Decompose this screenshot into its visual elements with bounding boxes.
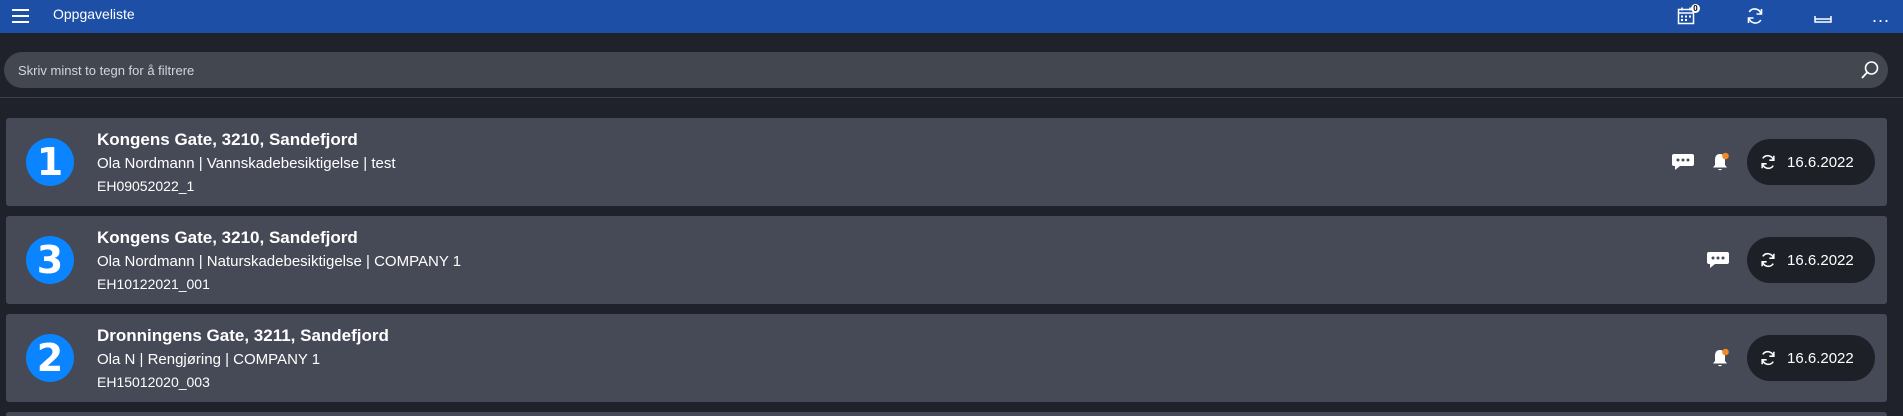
calendar-count-badge: 0 [1691, 4, 1700, 13]
filter-input[interactable] [4, 52, 1852, 88]
refresh-button[interactable] [1740, 3, 1770, 29]
task-id: EH09052022_1 [97, 178, 195, 194]
sync-date-button[interactable]: 16.6.2022 [1747, 335, 1875, 381]
divider [0, 97, 1903, 98]
more-button[interactable]: ... [1866, 3, 1896, 29]
refresh-icon [1747, 8, 1763, 24]
bell-icon [1713, 348, 1729, 367]
task-date: 16.6.2022 [1787, 251, 1854, 269]
comment-button[interactable] [1670, 150, 1696, 174]
task-details: Ola Nordmann | Naturskadebesiktigelse | … [97, 253, 462, 270]
task-card[interactable]: 1 Kongens Gate, 3210, Sandefjord Ola Nor… [6, 118, 1887, 206]
sync-date-button[interactable]: 16.6.2022 [1747, 139, 1875, 185]
task-address: Dronningens Gate, 3211, Sandefjord [97, 326, 389, 345]
task-card[interactable]: 3 Kongens Gate, 3210, Sandefjord Ola Nor… [6, 216, 1887, 304]
sync-icon [1761, 350, 1775, 366]
task-id: EH10122021_001 [97, 276, 210, 292]
tray-button[interactable] [1808, 3, 1838, 29]
page-title: Oppgaveliste [53, 6, 135, 22]
task-id: EH15012020_003 [97, 374, 210, 390]
top-bar: Oppgaveliste 0 ... [0, 0, 1903, 33]
sync-icon [1761, 252, 1775, 268]
bell-icon [1713, 152, 1729, 171]
sync-date-button[interactable]: 16.6.2022 [1747, 237, 1875, 283]
search-icon [1861, 61, 1879, 79]
task-address: Kongens Gate, 3210, Sandefjord [97, 130, 358, 149]
notification-button[interactable] [1708, 150, 1734, 174]
notification-button[interactable] [1708, 346, 1734, 370]
calendar-button[interactable]: 0 [1672, 3, 1702, 29]
task-card-partial[interactable] [6, 412, 1887, 416]
comment-button[interactable] [1705, 248, 1731, 272]
tray-icon [1814, 16, 1832, 23]
task-details: Ola N | Rengjøring | COMPANY 1 [97, 351, 321, 368]
more-icon: ... [1871, 6, 1890, 26]
comment-icon [1672, 154, 1694, 170]
task-card[interactable]: 2 Dronningens Gate, 3211, Sandefjord Ola… [6, 314, 1887, 402]
task-number-badge: 1 [26, 138, 74, 186]
comment-icon [1707, 252, 1729, 268]
task-address: Kongens Gate, 3210, Sandefjord [97, 228, 358, 247]
task-number-badge: 3 [26, 236, 74, 284]
task-date: 16.6.2022 [1787, 349, 1854, 367]
task-number-badge: 2 [26, 334, 74, 382]
sync-icon [1761, 154, 1775, 170]
task-details: Ola Nordmann | Vannskadebesiktigelse | t… [97, 155, 396, 172]
search-button[interactable] [1852, 52, 1888, 88]
filter-bar [4, 52, 1888, 88]
hamburger-icon[interactable] [10, 6, 32, 26]
task-date: 16.6.2022 [1787, 153, 1854, 171]
